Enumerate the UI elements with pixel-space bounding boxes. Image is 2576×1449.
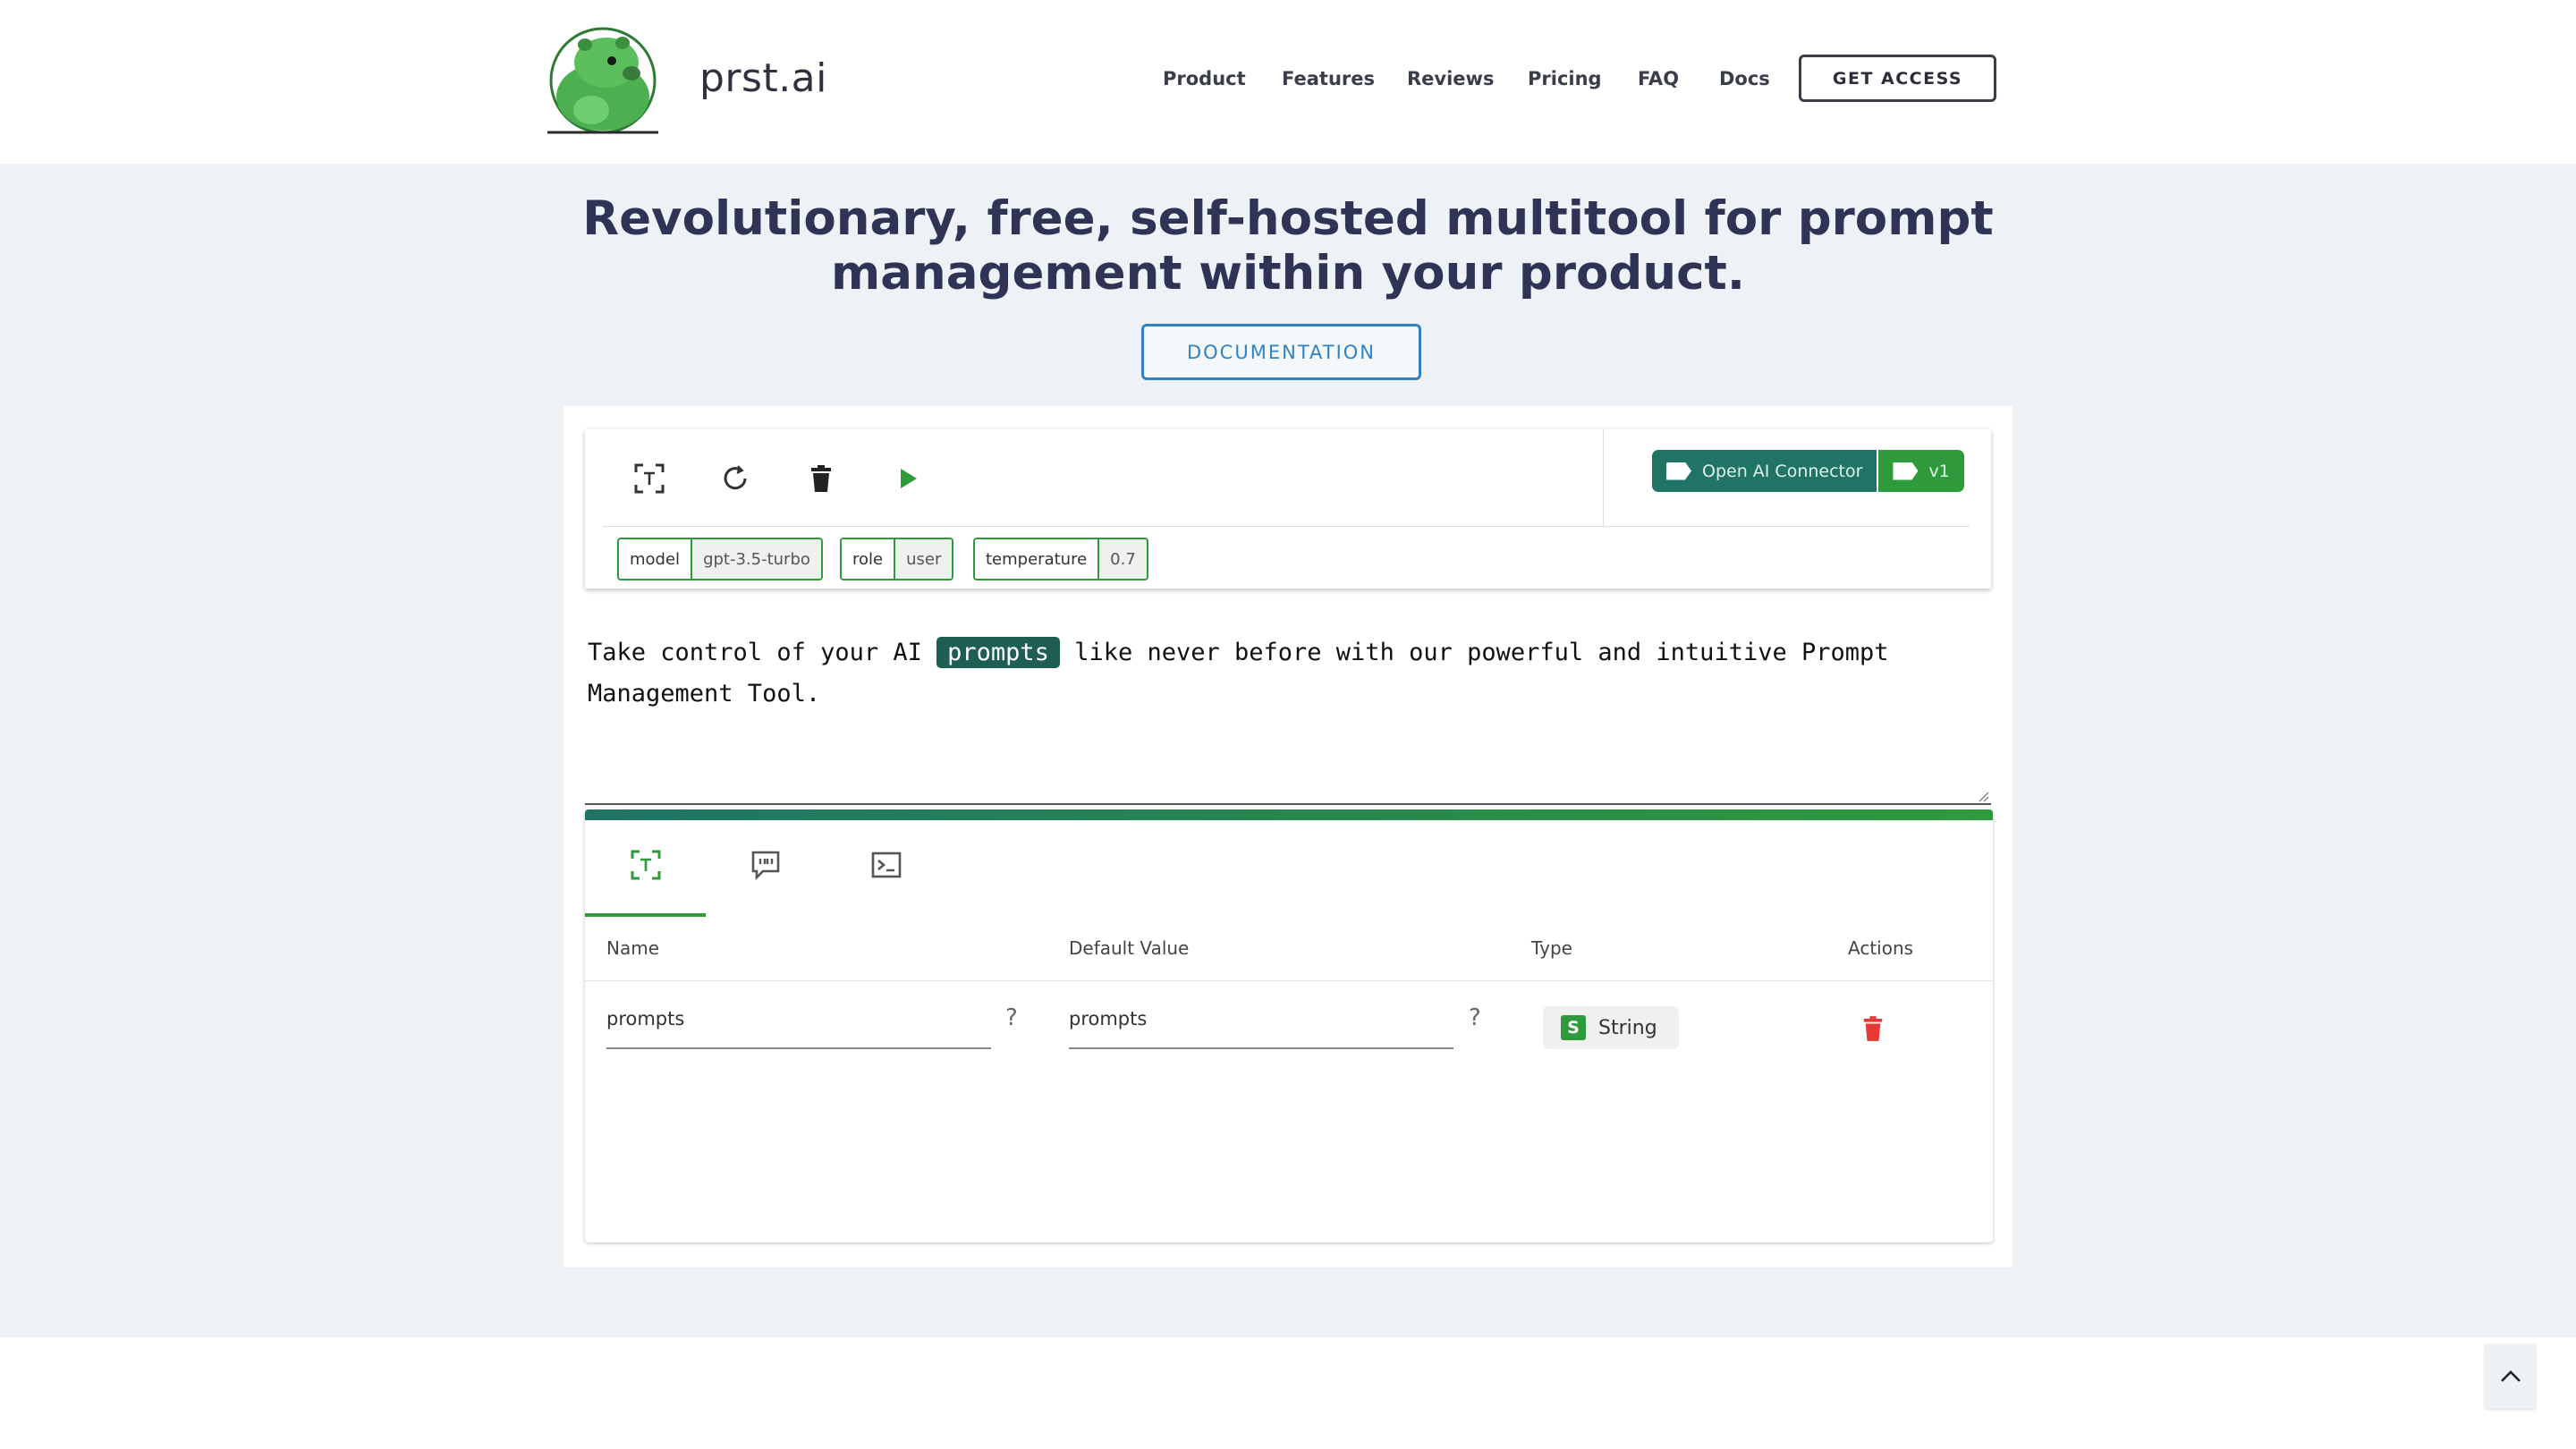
delete-variable-icon[interactable]: [1855, 1011, 1891, 1046]
param-value: user: [894, 539, 953, 579]
string-type-icon: S: [1561, 1015, 1586, 1040]
capybara-logo-icon[interactable]: [542, 25, 664, 136]
param-key: role: [852, 549, 884, 569]
column-header-type: Type: [1531, 937, 1572, 959]
trash-icon[interactable]: [803, 461, 839, 496]
documentation-button[interactable]: DOCUMENTATION: [1141, 324, 1421, 380]
scroll-to-top-button[interactable]: [2485, 1344, 2536, 1409]
chevron-up-icon: [2500, 1370, 2521, 1382]
variables-panel-accent: [585, 809, 1993, 820]
tab-messages-icon[interactable]: [748, 847, 784, 883]
type-label: String: [1598, 1016, 1657, 1039]
param-value: 0.7: [1097, 539, 1147, 579]
editor-bottom-border: [585, 803, 1991, 805]
table-header-divider: [585, 980, 1993, 981]
param-key: model: [630, 549, 681, 569]
editor-text-after: like never before with our powerful and …: [1074, 639, 1889, 666]
nav-pricing[interactable]: Pricing: [1528, 68, 1602, 89]
nav-docs[interactable]: Docs: [1719, 68, 1770, 89]
column-header-name: Name: [606, 937, 660, 959]
column-header-actions: Actions: [1848, 937, 1914, 959]
default-value-value: prompts: [1069, 1008, 1148, 1030]
tag-icon: [1666, 462, 1691, 480]
tab-terminal-icon[interactable]: [869, 847, 904, 883]
toolbar-divider-horizontal: [603, 526, 1970, 527]
editor-text-line-2: Management Tool.: [588, 680, 821, 708]
column-header-default-value: Default Value: [1069, 937, 1190, 959]
play-icon[interactable]: [890, 461, 926, 496]
nav-reviews[interactable]: Reviews: [1407, 68, 1494, 89]
default-value-input[interactable]: prompts: [1069, 1008, 1453, 1049]
get-access-button[interactable]: GET ACCESS: [1799, 55, 1996, 102]
active-tab-indicator: [585, 913, 706, 917]
version-tag[interactable]: v1: [1877, 450, 1964, 492]
param-value: gpt-3.5-turbo: [691, 539, 821, 579]
param-temperature-chip[interactable]: temperature 0.7: [973, 538, 1148, 580]
variable-name-value: prompts: [606, 1008, 685, 1030]
param-model-chip[interactable]: model gpt-3.5-turbo: [617, 538, 823, 580]
param-key: temperature: [986, 549, 1088, 569]
tab-variables-icon[interactable]: [628, 847, 664, 883]
nav-product[interactable]: Product: [1163, 68, 1246, 89]
hero-headline: Revolutionary, free, self-hosted multito…: [555, 191, 2021, 301]
refresh-icon[interactable]: [717, 461, 753, 496]
default-value-help-icon[interactable]: ?: [1469, 1004, 1481, 1031]
variable-icon[interactable]: [631, 461, 667, 496]
version-tag-label: v1: [1928, 461, 1950, 481]
variable-chip[interactable]: prompts: [936, 637, 1060, 668]
brand-name[interactable]: prst.ai: [699, 55, 827, 101]
connector-tags: Open AI Connector v1: [1652, 450, 1964, 492]
connector-tag-label: Open AI Connector: [1702, 461, 1863, 481]
editor-text-before: Take control of your AI: [588, 639, 922, 666]
prompt-text-editor[interactable]: Take control of your AI prompts like nev…: [588, 632, 1965, 715]
tag-icon: [1893, 462, 1919, 480]
type-select[interactable]: S String: [1543, 1006, 1679, 1049]
param-role-chip[interactable]: role user: [840, 538, 954, 580]
nav-features[interactable]: Features: [1282, 68, 1375, 89]
toolbar-divider-vertical: [1603, 429, 1604, 528]
variable-name-input[interactable]: prompts: [606, 1008, 991, 1049]
name-help-icon[interactable]: ?: [1005, 1004, 1018, 1031]
connector-tag[interactable]: Open AI Connector: [1652, 450, 1877, 492]
resize-handle-icon[interactable]: [1979, 789, 1989, 802]
headline-line-1: Revolutionary, free, self-hosted multito…: [582, 191, 1994, 246]
nav-faq[interactable]: FAQ: [1638, 68, 1679, 89]
headline-line-2: management within your product.: [831, 246, 1745, 301]
